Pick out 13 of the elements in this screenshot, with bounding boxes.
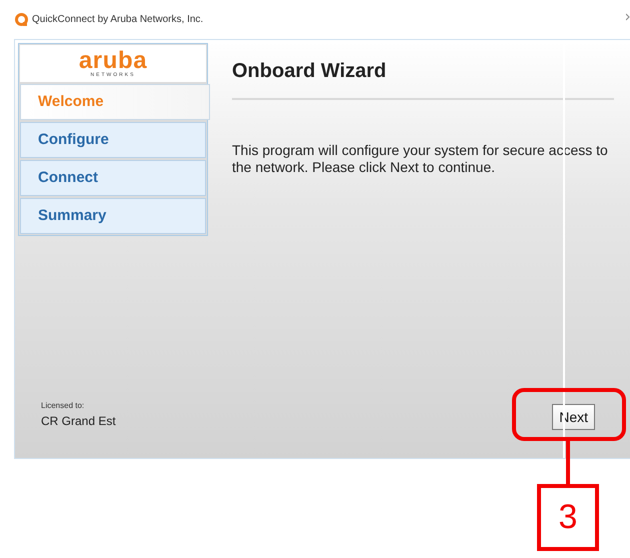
- welcome-message: This program will configure your system for secure access to the network. Please click Next to continue.: [232, 142, 609, 176]
- next-button[interactable]: Next: [552, 404, 595, 430]
- page-heading: Onboard Wizard: [232, 59, 388, 84]
- wizard-step[interactable]: Connect: [20, 160, 206, 196]
- chevron-icon[interactable]: [626, 12, 630, 22]
- wizard-step[interactable]: Summary: [20, 198, 206, 234]
- callout-number: 3: [537, 484, 599, 551]
- license-caption: Licensed to:: [41, 400, 86, 412]
- wizard-step[interactable]: Welcome: [20, 84, 210, 120]
- app-logo-icon: [15, 13, 28, 26]
- wizard-step[interactable]: Configure: [20, 122, 206, 158]
- license-holder: CR Grand Est: [41, 413, 116, 430]
- window-title: QuickConnect by Aruba Networks, Inc.: [32, 13, 204, 27]
